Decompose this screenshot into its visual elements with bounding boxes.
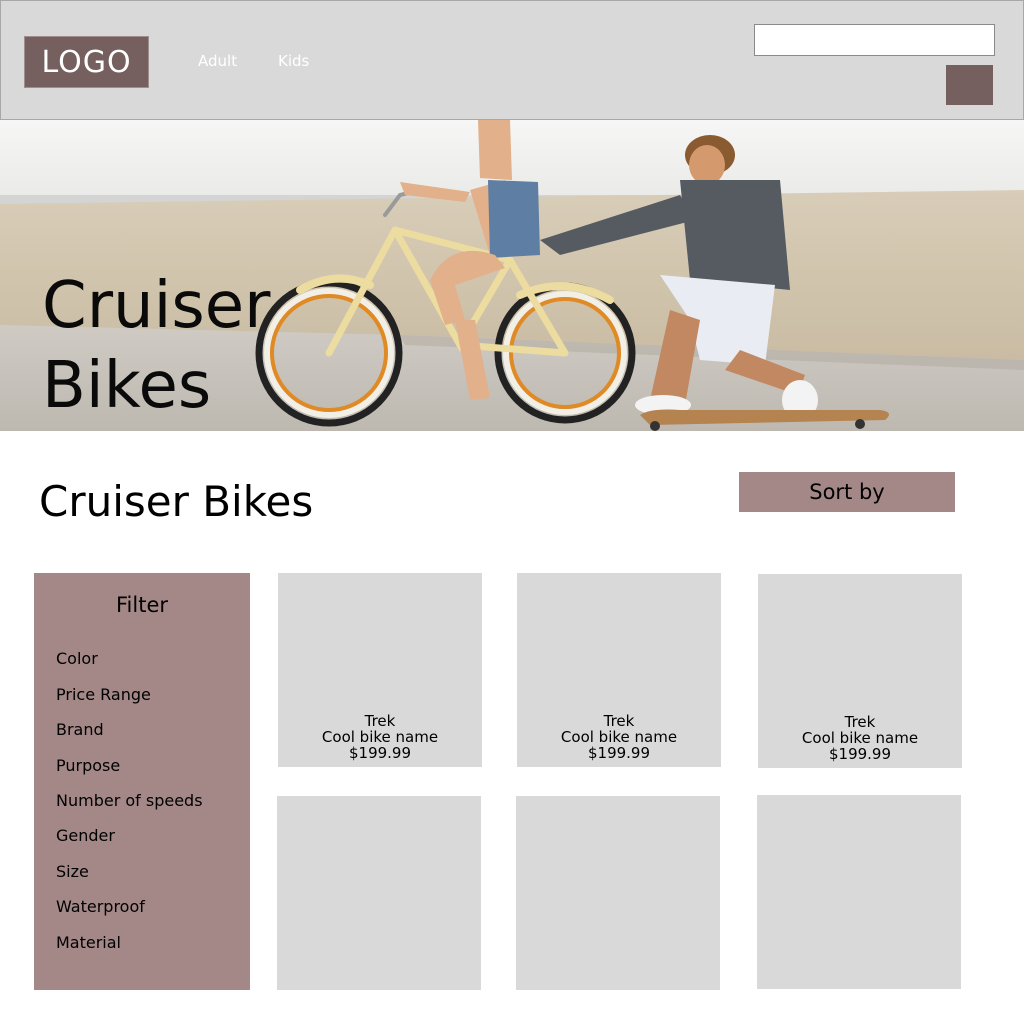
product-price: $199.99: [587, 744, 651, 762]
filter-item-gender[interactable]: Gender: [56, 826, 115, 845]
filter-item-purpose[interactable]: Purpose: [56, 756, 120, 775]
filter-title: Filter: [115, 593, 168, 617]
product-name: Cool bike name: [801, 729, 919, 747]
filter-item-material[interactable]: Material: [56, 933, 121, 952]
product-info: Trek Cool bike name $199.99: [758, 714, 962, 762]
product-card[interactable]: Trek Cool bike name $199.99: [517, 573, 721, 767]
page-title: Cruiser Bikes: [39, 477, 314, 526]
nav-link-kids[interactable]: Kids: [278, 52, 309, 70]
product-card[interactable]: Trek Cool bike name $199.99: [278, 573, 482, 767]
filter-item-waterproof[interactable]: Waterproof: [56, 897, 145, 916]
search-button[interactable]: [946, 65, 993, 105]
search-input[interactable]: [754, 24, 995, 56]
filter-item-number-of-speeds[interactable]: Number of speeds: [56, 791, 203, 810]
hero-title-line1: Cruiser: [42, 269, 271, 343]
product-card[interactable]: [277, 796, 481, 990]
product-card[interactable]: [516, 796, 720, 990]
product-price: $199.99: [348, 744, 412, 762]
filter-item-price-range[interactable]: Price Range: [56, 685, 151, 704]
hero-title: Cruiser Bikes: [42, 266, 342, 426]
hero-banner: Cruiser Bikes: [0, 120, 1024, 431]
product-card[interactable]: Trek Cool bike name $199.99: [758, 574, 962, 768]
filter-item-color[interactable]: Color: [56, 649, 98, 668]
filter-item-brand[interactable]: Brand: [56, 720, 104, 739]
nav-link-adult[interactable]: Adult: [198, 52, 237, 70]
product-name: Cool bike name: [321, 728, 439, 746]
product-info: Trek Cool bike name $199.99: [517, 713, 721, 761]
product-name: Cool bike name: [560, 728, 678, 746]
header: LOGO Adult Kids: [0, 0, 1024, 120]
product-brand: Trek: [364, 712, 396, 730]
filter-panel: Filter Color Price Range Brand Purpose N…: [34, 573, 250, 990]
hero-title-line2: Bikes: [42, 349, 212, 423]
product-info: Trek Cool bike name $199.99: [278, 713, 482, 761]
filter-item-size[interactable]: Size: [56, 862, 89, 881]
product-brand: Trek: [603, 712, 635, 730]
product-brand: Trek: [844, 713, 876, 731]
logo[interactable]: LOGO: [24, 36, 149, 88]
product-card[interactable]: [757, 795, 961, 989]
product-price: $199.99: [828, 745, 892, 763]
sort-button[interactable]: Sort by: [739, 472, 955, 512]
